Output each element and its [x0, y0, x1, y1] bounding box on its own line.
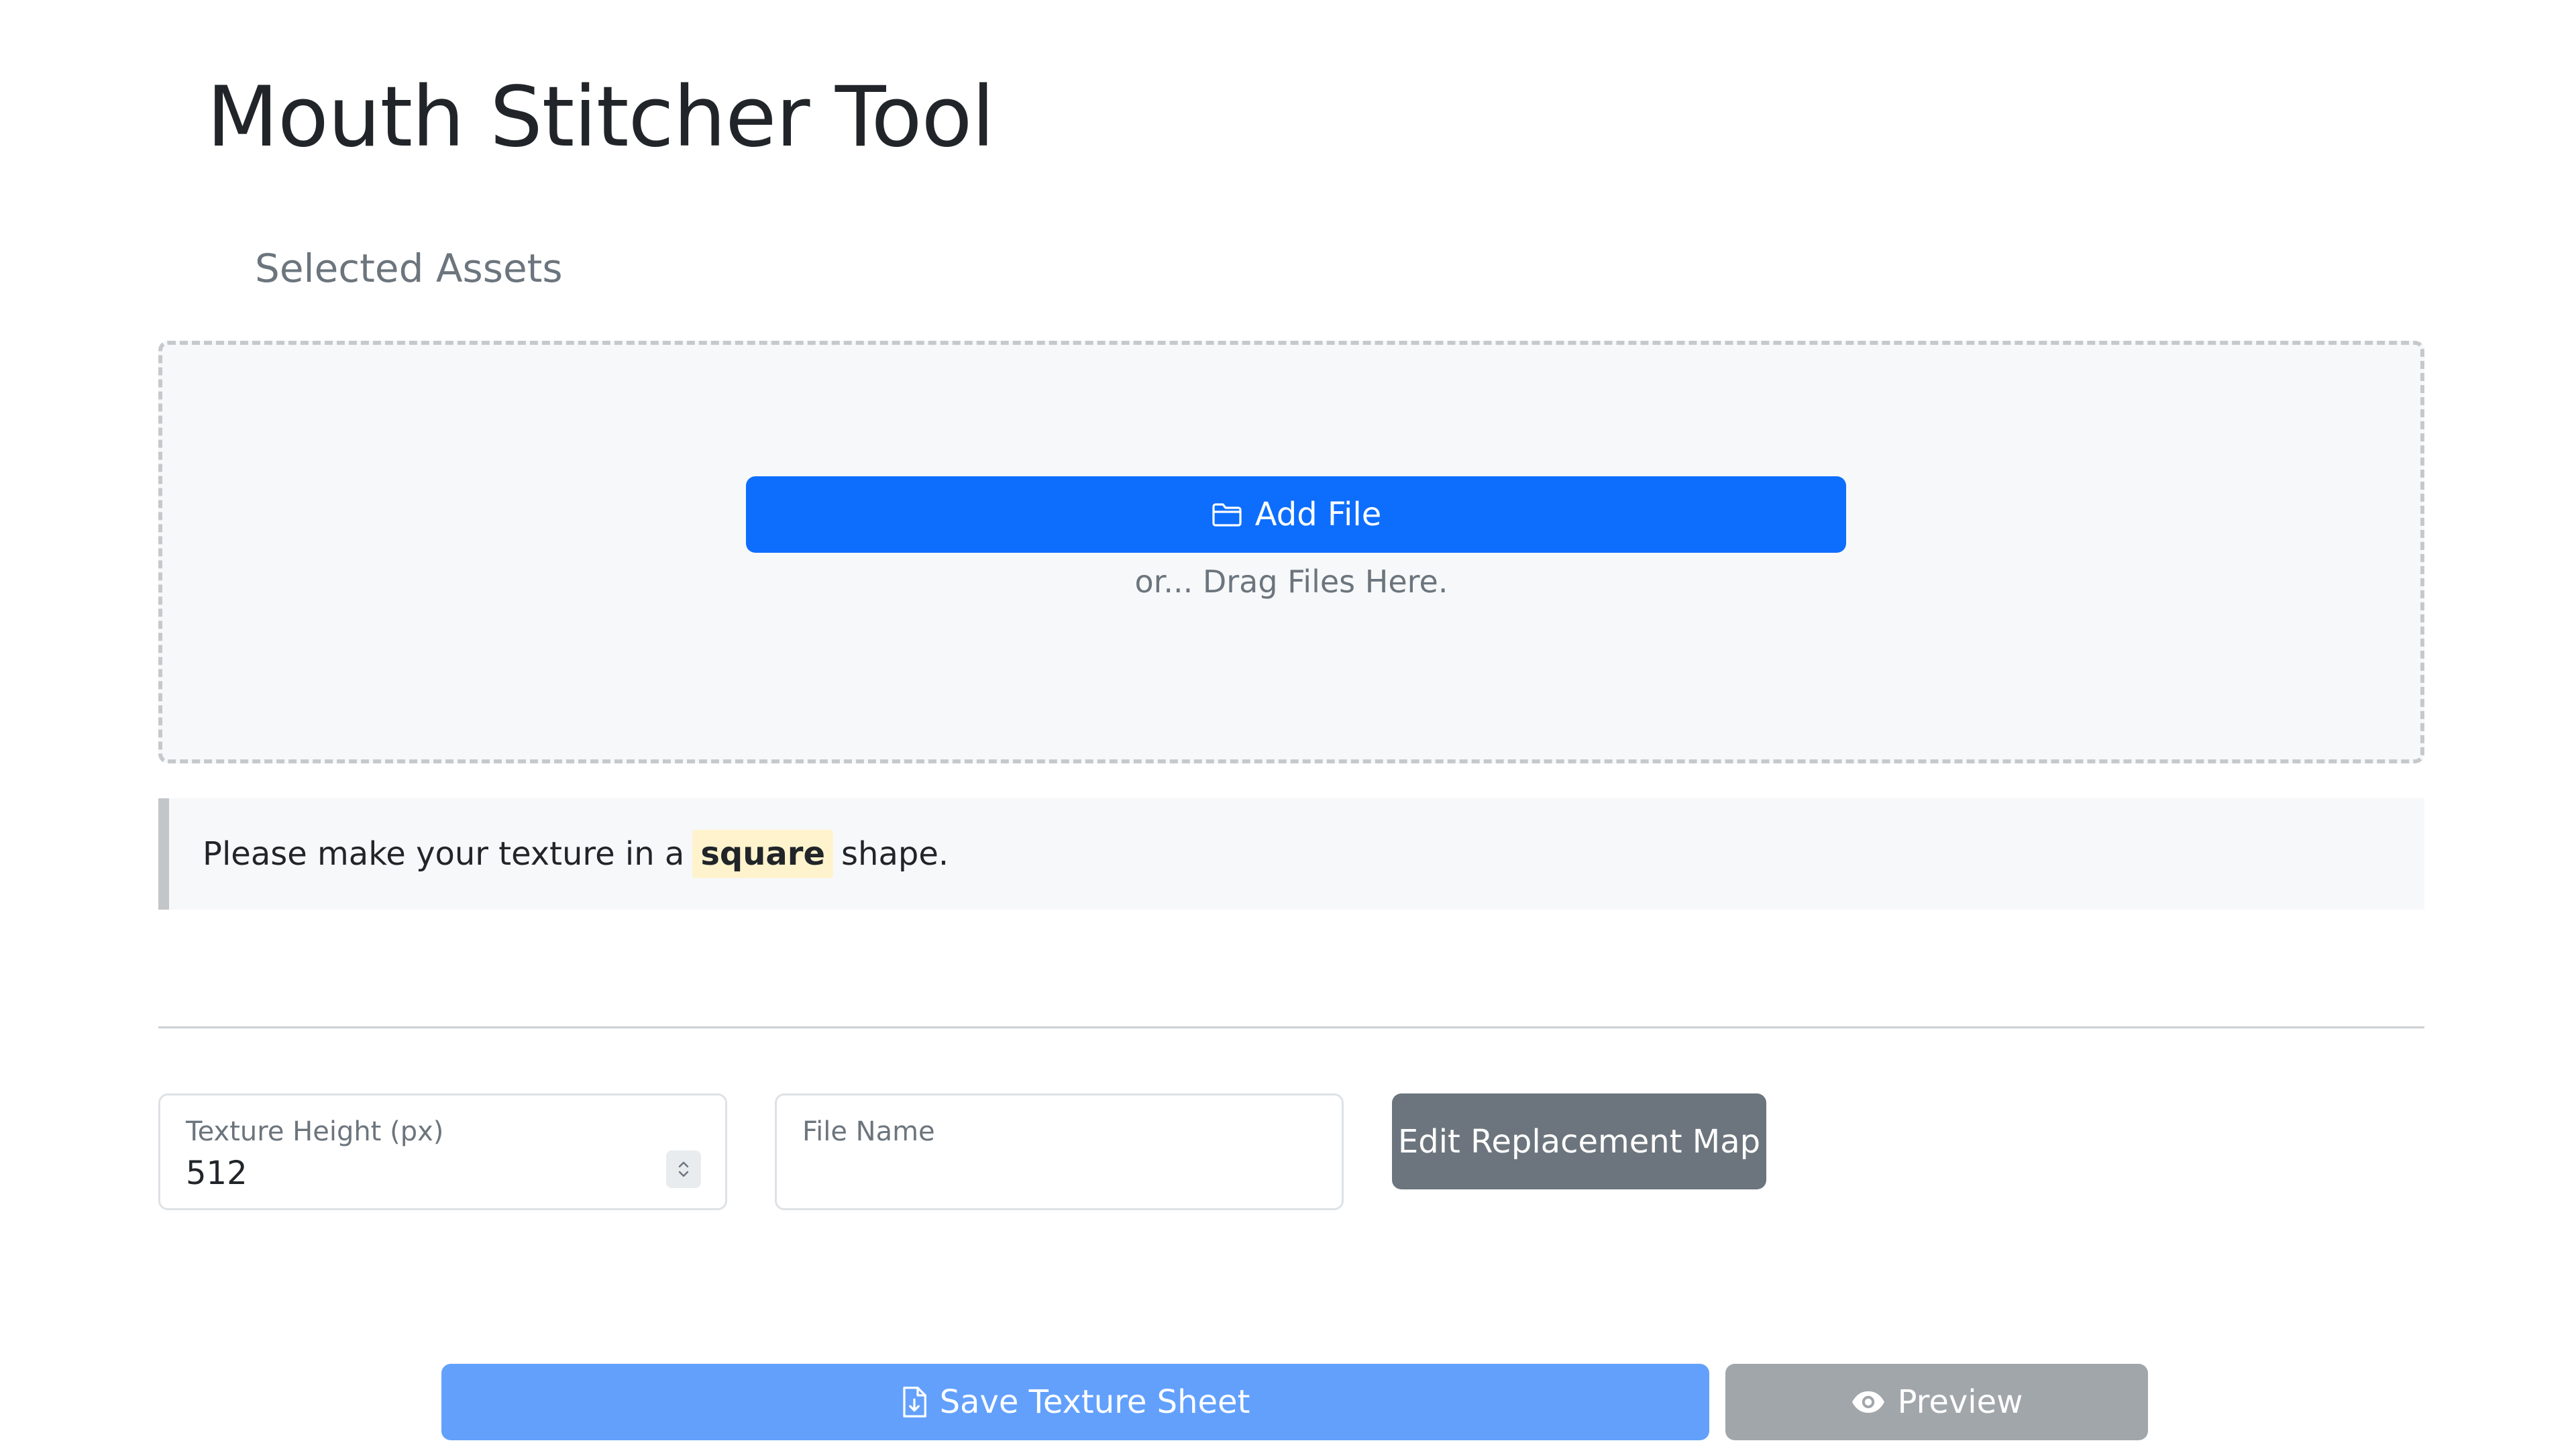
- file-drop-zone[interactable]: Add File or... Drag Files Here.: [158, 341, 2424, 763]
- add-file-label: Add File: [1254, 496, 1382, 533]
- notice-highlight: square: [692, 830, 834, 878]
- notice-text-after: shape.: [841, 835, 949, 873]
- save-texture-sheet-button[interactable]: Save Texture Sheet: [441, 1364, 1709, 1440]
- file-name-label: File Name: [802, 1116, 935, 1147]
- edit-replacement-map-button[interactable]: Edit Replacement Map: [1392, 1093, 1766, 1189]
- save-texture-sheet-label: Save Texture Sheet: [939, 1383, 1250, 1421]
- texture-height-value[interactable]: 512: [186, 1152, 248, 1195]
- preview-label: Preview: [1897, 1383, 2023, 1421]
- texture-height-input[interactable]: Texture Height (px) 512: [158, 1093, 727, 1210]
- square-shape-notice: Please make your texture in a square sha…: [158, 798, 2424, 910]
- preview-button[interactable]: Preview: [1725, 1364, 2148, 1440]
- number-spinner[interactable]: [666, 1150, 701, 1188]
- file-download-icon: [901, 1385, 928, 1419]
- notice-text-before: Please make your texture in a: [203, 835, 685, 873]
- texture-height-label: Texture Height (px): [186, 1116, 444, 1147]
- selected-assets-heading: Selected Assets: [255, 246, 563, 291]
- chevron-down-icon[interactable]: [676, 1169, 691, 1179]
- page: Mouth Stitcher Tool Selected Assets Add …: [0, 0, 2576, 1449]
- eye-icon: [1851, 1390, 1886, 1414]
- page-title: Mouth Stitcher Tool: [207, 69, 995, 166]
- section-divider: [158, 1026, 2424, 1028]
- file-name-input[interactable]: File Name: [775, 1093, 1344, 1210]
- add-file-button[interactable]: Add File: [746, 476, 1846, 553]
- folder-icon: [1211, 501, 1243, 528]
- chevron-up-icon[interactable]: [676, 1160, 691, 1169]
- drag-files-hint: or... Drag Files Here.: [1134, 564, 1448, 600]
